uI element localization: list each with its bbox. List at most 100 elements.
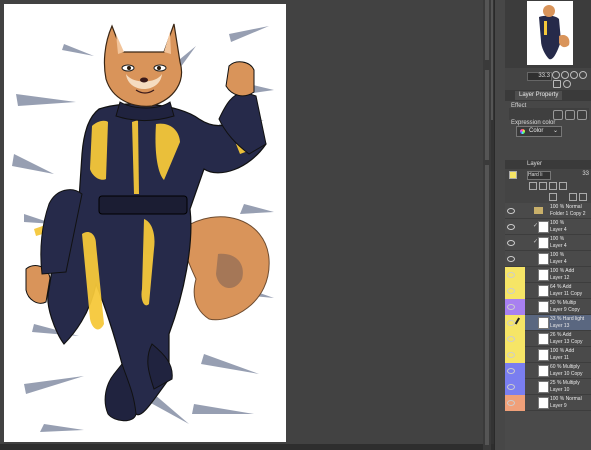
layer-name: Layer 11 Copy — [550, 291, 583, 297]
layer-name: Layer 12 — [550, 275, 570, 281]
layer-row[interactable]: 64 % Add Layer 11 Copy — [505, 283, 591, 299]
clip-icon[interactable] — [529, 182, 537, 190]
layer-thumbnail — [538, 221, 549, 233]
mask-icon[interactable] — [559, 182, 567, 190]
layer-row[interactable]: 25 % Multiply Layer 10 — [505, 379, 591, 395]
eye-icon[interactable] — [507, 336, 515, 342]
layer-row[interactable]: ✓ 100 % Layer 4 — [505, 219, 591, 235]
folder-icon — [534, 207, 543, 214]
navigator-preview-image — [527, 1, 573, 65]
layer-row[interactable]: 100 % Add Layer 12 — [505, 267, 591, 283]
layer-thumbnail — [538, 317, 549, 329]
color-swatch-icon[interactable] — [509, 171, 517, 179]
layer-name: Folder 1 Copy 2 — [550, 211, 586, 217]
panel-scrollbar[interactable] — [483, 0, 491, 450]
eye-icon[interactable] — [507, 400, 515, 406]
navigator-panel[interactable] — [505, 0, 591, 68]
layer-controls: Hard li 33 — [505, 169, 591, 203]
layer-row-selected[interactable]: 33 % Hard light Layer 13 — [505, 315, 591, 331]
expression-color-value: Color — [529, 128, 544, 134]
layer-thumbnail — [538, 365, 549, 377]
layer-mode: 50 % Multip — [550, 300, 577, 306]
layer-folder[interactable]: 100 % Normal Folder 1 Copy 2 — [505, 203, 591, 219]
layer-row[interactable]: 26 % Add Layer 13 Copy — [505, 331, 591, 347]
artwork — [12, 23, 274, 432]
color-wheel-icon — [520, 129, 525, 134]
layer-list[interactable]: 100 % Normal Folder 1 Copy 2 ✓ 100 % Lay… — [505, 203, 591, 450]
chevron-down-icon: ⌄ — [552, 128, 558, 134]
layer-mode: 60 % Multiply — [550, 364, 580, 370]
layer-name: Layer 9 — [550, 403, 567, 409]
layer-mode: 64 % Add — [550, 284, 572, 290]
tone-effect-icon[interactable] — [565, 110, 575, 120]
blend-mode-select[interactable]: Hard li — [527, 171, 551, 180]
eye-icon[interactable] — [507, 272, 515, 278]
layer-name: Layer 4 — [550, 243, 567, 249]
layer-name: Layer 13 — [550, 323, 570, 329]
layer-thumbnail — [538, 285, 549, 297]
layer-thumbnail — [538, 253, 549, 265]
layer-name: Layer 13 Copy — [550, 339, 583, 345]
layer-mode: 100 % Normal — [550, 396, 582, 402]
rotate-icon[interactable] — [579, 71, 587, 79]
border-effect-icon[interactable] — [553, 110, 563, 120]
new-layer-icon[interactable] — [569, 193, 577, 201]
layer-thumbnail — [538, 349, 549, 361]
zoom-out-icon[interactable] — [552, 71, 560, 79]
layer-name: Layer 10 — [550, 387, 570, 393]
eye-icon[interactable] — [507, 368, 515, 374]
layer-row[interactable]: 50 % Multip Layer 9 Copy — [505, 299, 591, 315]
flip-icon[interactable] — [553, 80, 561, 88]
opacity-value[interactable]: 33 — [582, 171, 589, 177]
layer-thumbnail — [538, 381, 549, 393]
eye-icon[interactable] — [507, 256, 515, 262]
reset-icon[interactable] — [563, 80, 571, 88]
effect-row — [509, 108, 589, 120]
eye-icon[interactable] — [507, 288, 515, 294]
drawing-canvas[interactable] — [4, 4, 286, 442]
navigator-toolbar: 33.3 — [505, 68, 591, 90]
eye-icon[interactable] — [507, 304, 515, 310]
eye-icon[interactable] — [507, 208, 515, 214]
layer-name: Layer 9 Copy — [550, 307, 580, 313]
delete-layer-icon[interactable] — [549, 193, 557, 201]
lock-icon[interactable] — [549, 182, 557, 190]
layer-thumbnail — [538, 269, 549, 281]
navigator-preview[interactable] — [527, 1, 573, 65]
canvas-area[interactable] — [0, 0, 494, 450]
layer-mode: 33 % Hard light — [550, 316, 585, 322]
expression-color-select[interactable]: Color ⌄ — [516, 126, 562, 137]
tab-layer-property[interactable]: Layer Property — [515, 91, 563, 100]
layer-thumbnail — [538, 333, 549, 345]
layer-mode: 26 % Add — [550, 332, 572, 338]
layer-thumbnail — [538, 301, 549, 313]
layer-name: Layer 4 — [550, 259, 567, 265]
layer-mode: 100 % — [550, 252, 565, 258]
layer-mode: 100 % — [550, 220, 565, 226]
fit-icon[interactable] — [570, 71, 578, 79]
layer-row[interactable]: 60 % Multiply Layer 10 Copy — [505, 363, 591, 379]
layer-mode: 25 % Multiply — [550, 380, 580, 386]
layer-row[interactable]: 100 % Layer 4 — [505, 251, 591, 267]
new-folder-icon[interactable] — [579, 193, 587, 201]
tab-layer[interactable]: Layer — [527, 160, 542, 169]
layer-thumbnail — [538, 237, 549, 249]
reference-icon[interactable] — [539, 182, 547, 190]
eye-icon[interactable] — [507, 352, 515, 358]
eye-icon[interactable] — [507, 240, 515, 246]
eye-icon[interactable] — [507, 224, 515, 230]
layer-mode: 100 % Add — [550, 348, 575, 354]
layer-row[interactable]: ✓ 100 % Layer 4 — [505, 235, 591, 251]
layer-row[interactable]: 100 % Normal Layer 9 — [505, 395, 591, 411]
zoom-value[interactable]: 33.3 — [527, 72, 552, 81]
layer-name: Layer 4 — [550, 227, 567, 233]
eye-icon[interactable] — [507, 384, 515, 390]
layer-mode: 100 % — [550, 236, 565, 242]
layer-name: Layer 11 — [550, 355, 570, 361]
layer-mode: 100 % Add — [550, 268, 575, 274]
color-effect-icon[interactable] — [577, 110, 587, 120]
layer-mode: 100 % Normal — [550, 204, 582, 210]
layer-panel-header: Layer — [505, 160, 591, 169]
zoom-in-icon[interactable] — [561, 71, 569, 79]
layer-row[interactable]: 100 % Add Layer 11 — [505, 347, 591, 363]
